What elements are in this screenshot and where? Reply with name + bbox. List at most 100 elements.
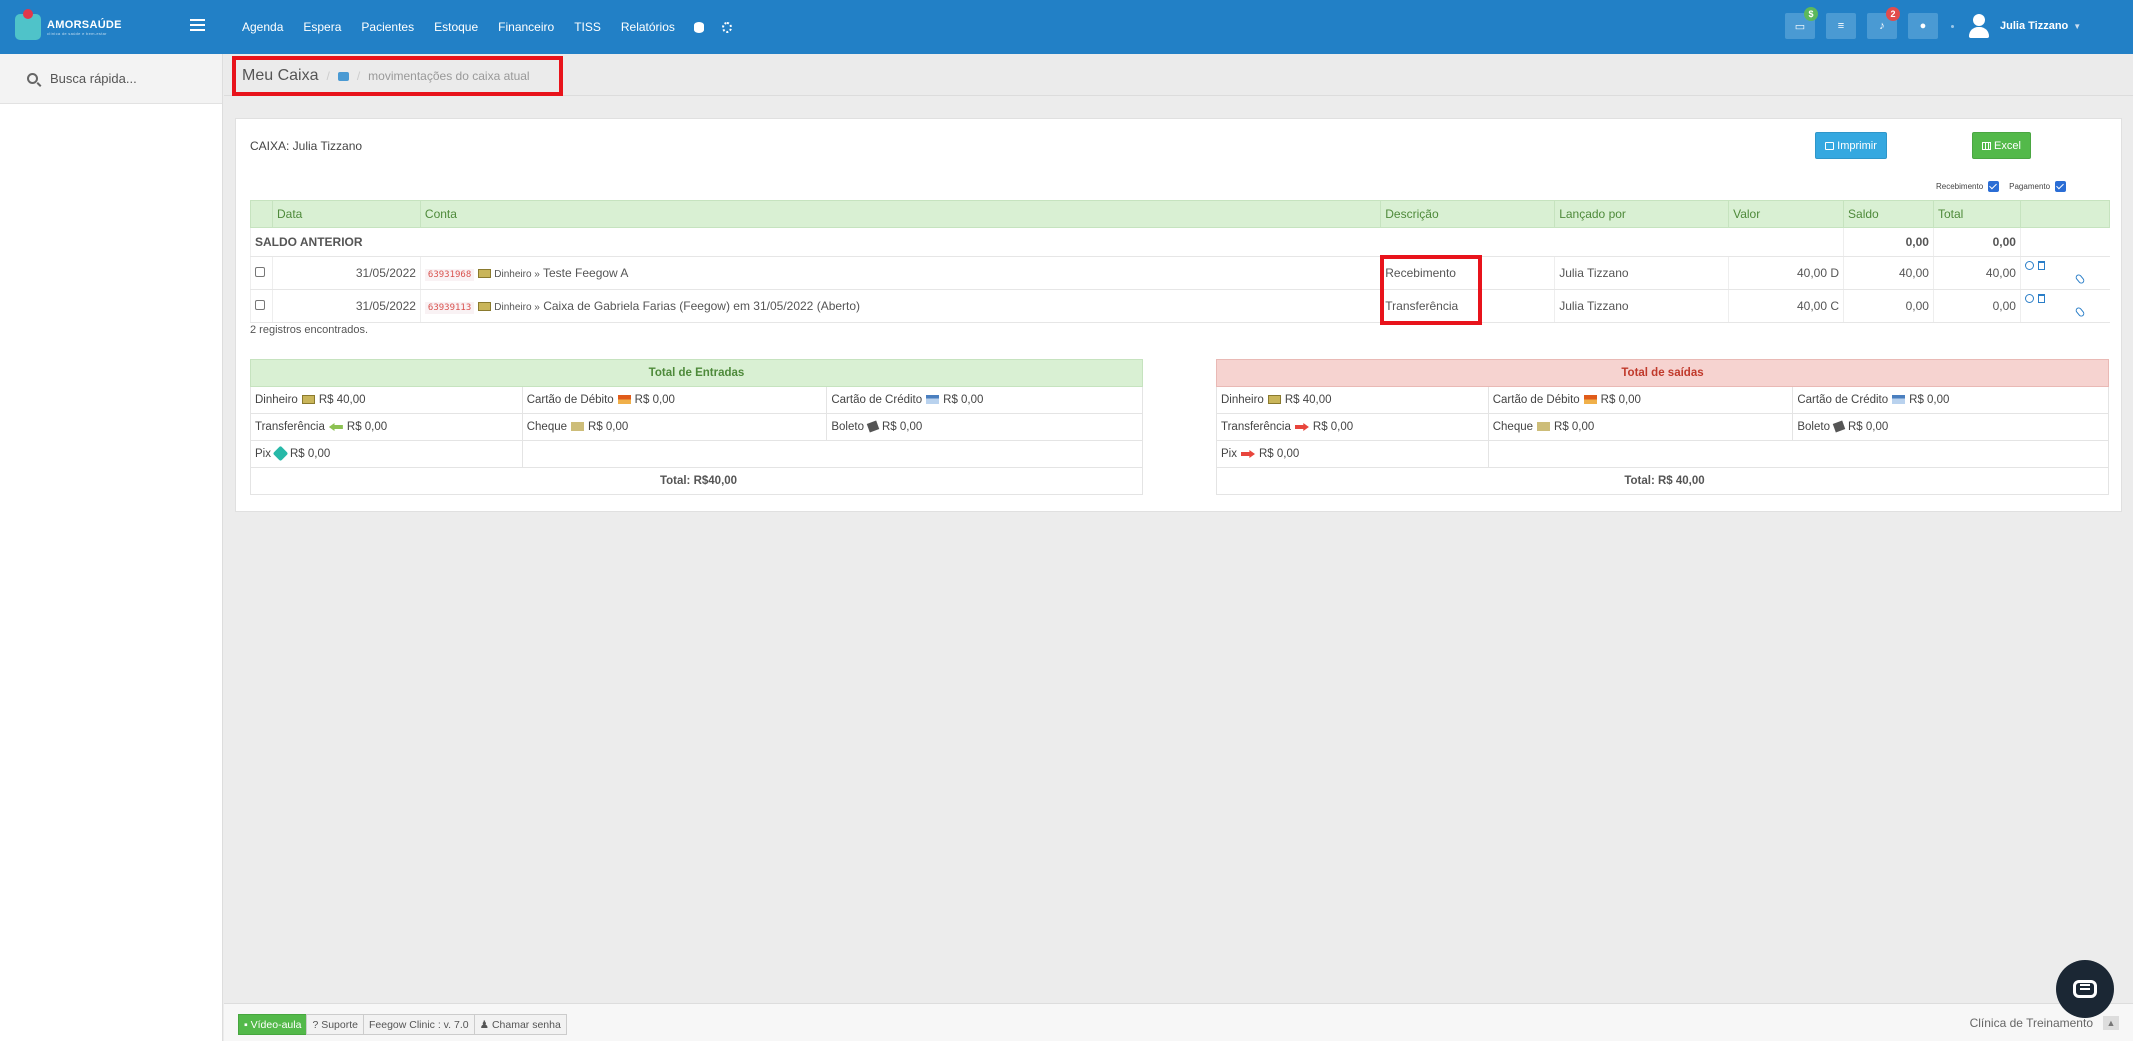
logo[interactable]: AMORSAÚDE clínica de saúde e bem-estar bbox=[0, 0, 222, 54]
boleto-icon bbox=[866, 421, 880, 433]
credit-card-icon bbox=[926, 395, 940, 405]
logo-icon bbox=[15, 9, 41, 40]
entrada-transf-value: R$ 0,00 bbox=[346, 421, 388, 433]
money-icon bbox=[1267, 395, 1281, 405]
trash-icon[interactable] bbox=[2037, 294, 2045, 303]
saida-transf-value: R$ 0,00 bbox=[1312, 421, 1354, 433]
row-launched-by: Julia Tizzano bbox=[1554, 256, 1729, 290]
nav-tiss[interactable]: TISS bbox=[574, 20, 601, 34]
row-date: 31/05/2022 bbox=[271, 289, 421, 323]
row-account: Caixa de Gabriela Farias (Feegow) em 31/… bbox=[543, 299, 861, 313]
cash-badge: $ bbox=[1804, 7, 1818, 21]
nav-relatorios[interactable]: Relatórios bbox=[621, 20, 675, 34]
col-actions bbox=[2019, 200, 2111, 228]
cash-register-button[interactable]: ▭ $ bbox=[1785, 7, 1818, 39]
row-value: 40,00 C bbox=[1728, 289, 1844, 323]
entradas-summary: Total de Entradas Dinheiro R$ 40,00 Cartã… bbox=[250, 359, 1144, 495]
table-icon bbox=[1982, 141, 1992, 150]
quick-search[interactable]: Busca rápida... bbox=[0, 54, 222, 104]
search-plus-icon[interactable] bbox=[2024, 294, 2034, 303]
trash-icon[interactable] bbox=[2037, 261, 2045, 270]
entrada-transf-label: Transferência bbox=[255, 421, 325, 433]
row-description: Transferência bbox=[1380, 289, 1555, 323]
saida-boleto-label: Boleto bbox=[1797, 421, 1830, 433]
col-select bbox=[250, 200, 273, 228]
chat-widget-button[interactable] bbox=[2056, 960, 2114, 1018]
clinic-name[interactable]: Clínica de Treinamento bbox=[1970, 1016, 2093, 1030]
breadcrumb-separator: / bbox=[326, 69, 330, 83]
row-account: Teste Feegow A bbox=[543, 266, 629, 280]
saida-debito-value: R$ 0,00 bbox=[1600, 394, 1641, 406]
logo-text: AMORSAÚDE bbox=[47, 18, 122, 31]
footer: ▪ Vídeo-aula ? Suporte Feegow Clinic : v… bbox=[224, 1003, 2133, 1041]
nav-financeiro[interactable]: Financeiro bbox=[498, 20, 554, 34]
row-code[interactable]: 63939113 bbox=[424, 302, 475, 314]
list-icon: ≡ bbox=[1837, 20, 1845, 32]
row-code[interactable]: 63931968 bbox=[424, 269, 475, 281]
search-plus-icon[interactable] bbox=[2024, 261, 2034, 270]
notification-badge: 2 bbox=[1886, 7, 1900, 21]
saida-pix-value: R$ 0,00 bbox=[1258, 448, 1300, 460]
row-method: Dinheiro » bbox=[494, 302, 540, 313]
nav-agenda[interactable]: Agenda bbox=[242, 20, 283, 34]
money-icon bbox=[301, 395, 315, 405]
notifications-button[interactable]: ♪ 2 bbox=[1867, 7, 1900, 39]
chat-button[interactable]: ● bbox=[1908, 13, 1938, 39]
video-icon: ▪ bbox=[244, 1018, 251, 1031]
saidas-total: Total: R$ 40,00 bbox=[1216, 467, 2109, 495]
saida-pix-label: Pix bbox=[1221, 448, 1237, 460]
entrada-dinheiro-label: Dinheiro bbox=[255, 394, 298, 406]
paperclip-icon[interactable] bbox=[2074, 306, 2086, 318]
cash-register-icon[interactable] bbox=[337, 71, 349, 81]
type-filters: Recebimento Pagamento bbox=[1936, 181, 2076, 192]
row-checkbox[interactable] bbox=[255, 300, 265, 310]
row-checkbox[interactable] bbox=[255, 267, 265, 277]
chamar-senha-button[interactable]: ♟ Chamar senha bbox=[473, 1014, 567, 1035]
database-icon[interactable] bbox=[693, 21, 704, 33]
breadcrumb-separator: / bbox=[356, 69, 361, 83]
bell-icon: ♪ bbox=[1879, 20, 1885, 32]
paperclip-icon[interactable] bbox=[2074, 273, 2086, 285]
entrada-pix-value: R$ 0,00 bbox=[289, 448, 331, 460]
saldo-anterior-row: SALDO ANTERIOR 0,00 0,00 bbox=[249, 227, 2110, 257]
avatar[interactable] bbox=[1968, 14, 1990, 38]
filter-pagamento-label: Pagamento bbox=[2009, 182, 2051, 191]
saida-credito-value: R$ 0,00 bbox=[1909, 394, 1950, 406]
entrada-debito-value: R$ 0,00 bbox=[634, 394, 675, 406]
filter-pagamento-checkbox[interactable] bbox=[2055, 181, 2067, 192]
col-descricao: Descrição bbox=[1380, 200, 1556, 228]
list-button[interactable]: ≡ bbox=[1826, 13, 1856, 39]
cash-register-icon: ▭ bbox=[1794, 20, 1806, 33]
row-description: Recebimento bbox=[1380, 256, 1555, 290]
suporte-button[interactable]: ? Suporte bbox=[306, 1014, 364, 1035]
records-count: 2 registros encontrados. bbox=[250, 324, 369, 336]
saidas-summary: Total de saídas Dinheiro R$ 40,00 Cartão … bbox=[1216, 359, 2110, 495]
arrow-right-icon bbox=[1240, 449, 1255, 458]
row-saldo: 0,00 bbox=[1843, 289, 1934, 323]
print-button[interactable]: Imprimir bbox=[1815, 132, 1887, 159]
col-total: Total bbox=[1932, 200, 2021, 228]
pix-icon bbox=[272, 446, 289, 462]
menu-toggle-icon[interactable] bbox=[190, 19, 205, 31]
check-icon bbox=[1537, 422, 1551, 432]
scroll-top-icon[interactable]: ▲ bbox=[2103, 1016, 2119, 1030]
caixa-owner: CAIXA: Julia Tizzano bbox=[250, 139, 363, 153]
printer-icon bbox=[1825, 141, 1835, 150]
nav-pacientes[interactable]: Pacientes bbox=[361, 20, 414, 34]
filter-recebimento-checkbox[interactable] bbox=[1988, 181, 2000, 192]
nav-espera[interactable]: Espera bbox=[303, 20, 341, 34]
gear-icon[interactable] bbox=[721, 21, 732, 33]
table-header: Data Conta Descrição Lançado por Valor S… bbox=[250, 200, 2111, 228]
entrada-cheque-label: Cheque bbox=[526, 421, 568, 433]
user-menu[interactable]: Julia Tizzano ▼ bbox=[2000, 20, 2081, 32]
row-value: 40,00 D bbox=[1728, 256, 1844, 290]
nav-estoque[interactable]: Estoque bbox=[434, 20, 478, 34]
table-row: 31/05/2022 63939113 Dinheiro » Caixa de G… bbox=[250, 289, 2110, 323]
question-icon: ? bbox=[312, 1018, 322, 1031]
excel-button[interactable]: Excel bbox=[1972, 132, 2031, 159]
video-aula-button[interactable]: ▪ Vídeo-aula bbox=[238, 1014, 308, 1035]
footer-buttons: ▪ Vídeo-aula ? Suporte Feegow Clinic : v… bbox=[238, 1014, 567, 1035]
col-lancado-por: Lançado por bbox=[1554, 200, 1730, 228]
saldo-total: 0,00 bbox=[1932, 227, 2021, 257]
status-dot bbox=[1951, 24, 1954, 28]
